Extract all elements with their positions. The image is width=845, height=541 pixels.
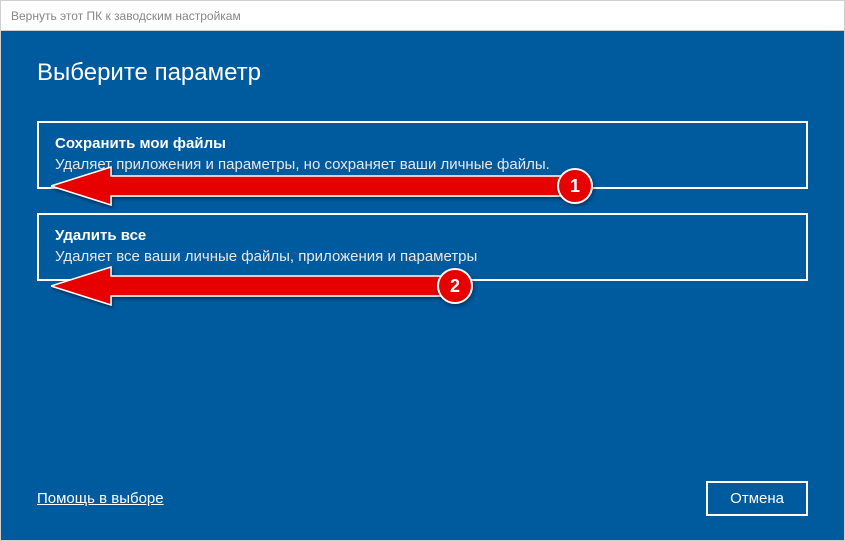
option-keep-files-desc: Удаляет приложения и параметры, но сохра… (55, 156, 790, 173)
annotation-badge-2-label: 2 (450, 276, 460, 297)
page-title: Выберите параметр (37, 59, 808, 87)
titlebar: Вернуть этот ПК к заводским настройкам (1, 1, 844, 31)
option-remove-all-desc: Удаляет все ваши личные файлы, приложени… (55, 248, 790, 265)
annotation-badge-1: 1 (557, 168, 593, 204)
option-remove-all[interactable]: Удалить все Удаляет все ваши личные файл… (37, 213, 808, 281)
help-link[interactable]: Помощь в выборе (37, 490, 164, 507)
option-keep-files[interactable]: Сохранить мои файлы Удаляет приложения и… (37, 121, 808, 189)
dialog-footer: Помощь в выборе Отмена (37, 481, 808, 516)
dialog-content: Выберите параметр Сохранить мои файлы Уд… (1, 31, 844, 540)
cancel-button[interactable]: Отмена (706, 481, 808, 516)
option-remove-all-title: Удалить все (55, 227, 790, 244)
annotation-badge-1-label: 1 (570, 176, 580, 197)
reset-pc-dialog: Вернуть этот ПК к заводским настройкам В… (0, 0, 845, 541)
annotation-badge-2: 2 (437, 268, 473, 304)
window-title: Вернуть этот ПК к заводским настройкам (11, 9, 241, 23)
option-keep-files-title: Сохранить мои файлы (55, 135, 790, 152)
